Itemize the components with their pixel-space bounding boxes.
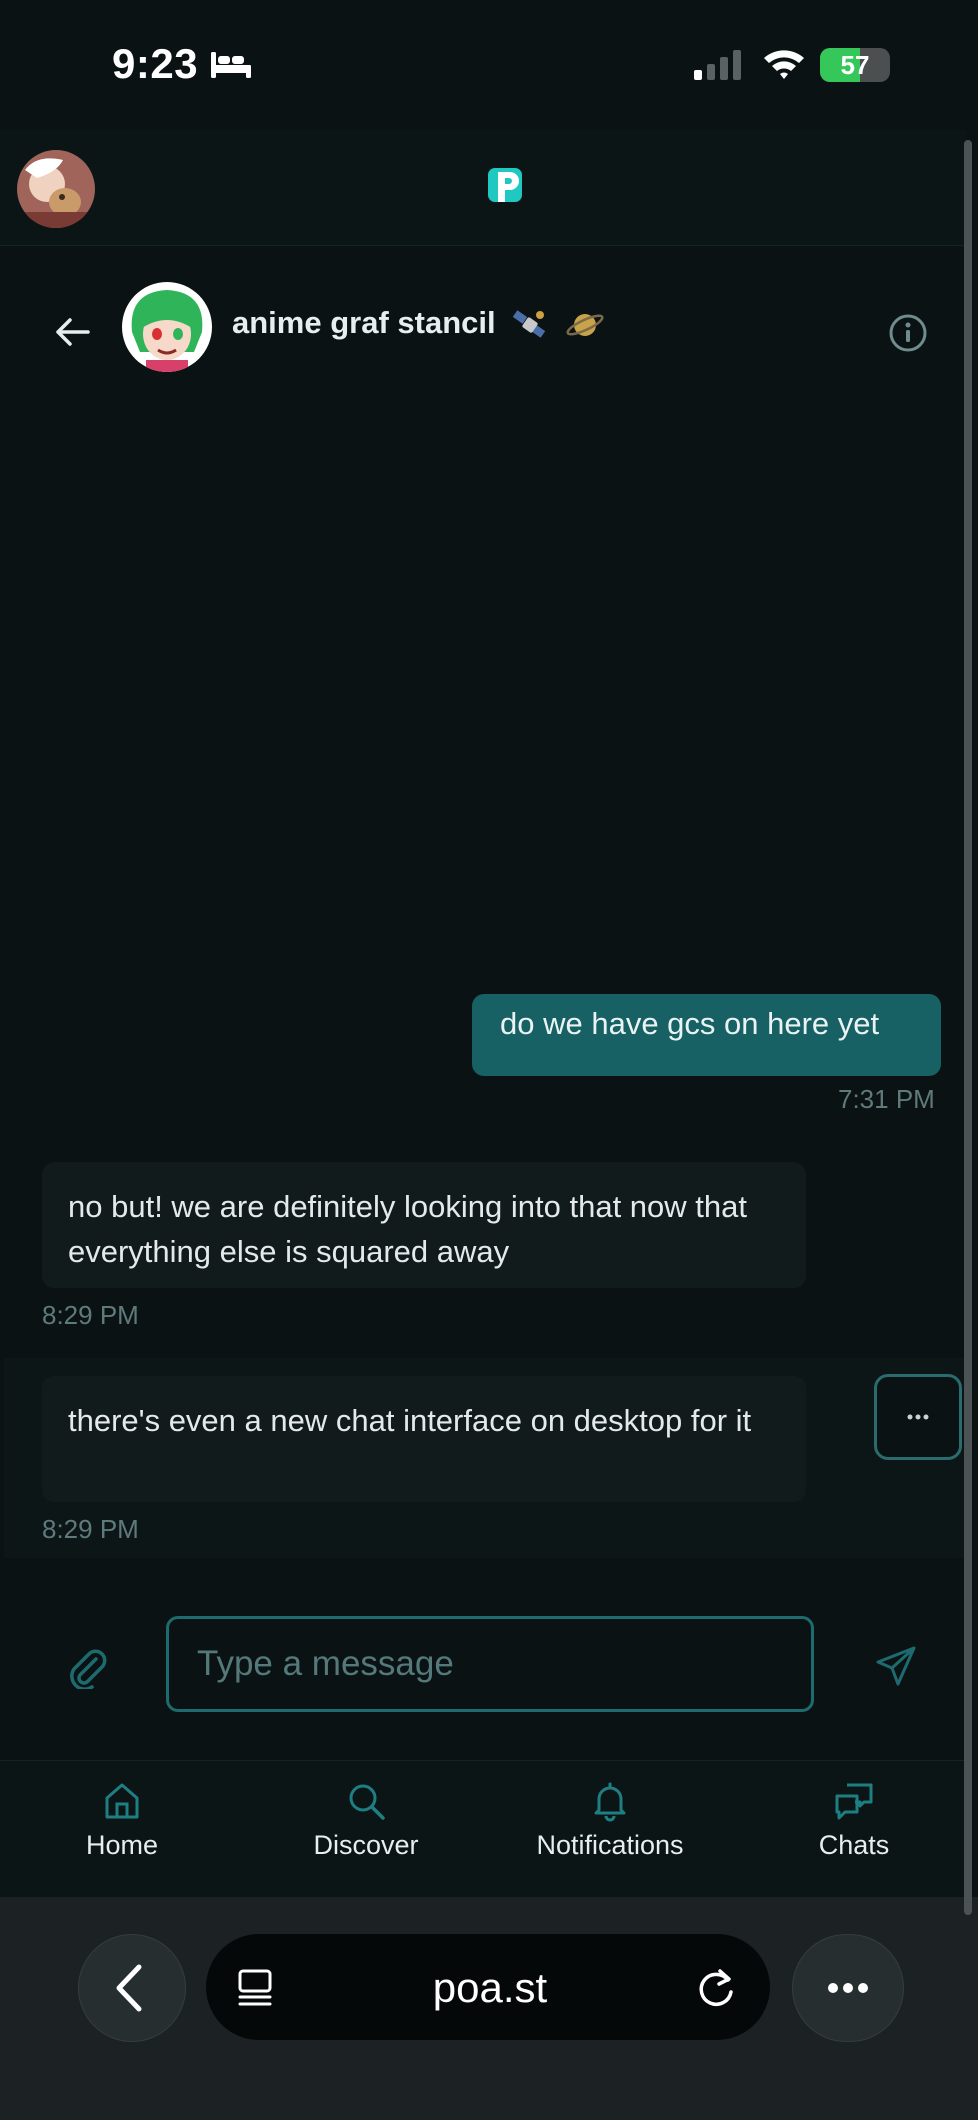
ellipsis-icon	[828, 1983, 868, 1993]
message-more-button[interactable]	[874, 1374, 962, 1460]
back-arrow-icon[interactable]	[52, 312, 92, 352]
chat-title: anime graf stancil	[232, 305, 605, 343]
chat-bubbles-icon	[835, 1783, 873, 1820]
nav-item-chats[interactable]: Chats	[754, 1780, 954, 1880]
url-text[interactable]: poa.st	[330, 1964, 650, 2012]
message-timestamp: 8:29 PM	[42, 1514, 139, 1544]
info-icon[interactable]	[888, 313, 928, 353]
nav-label: Home	[85, 1830, 159, 1860]
profile-avatar[interactable]	[17, 150, 95, 228]
page-scrollbar[interactable]	[964, 140, 972, 1915]
tab-overview-icon[interactable]	[234, 1966, 278, 2010]
outgoing-message-bubble[interactable]: do we have gcs on here yet	[472, 994, 941, 1076]
status-time: 9:23	[112, 40, 199, 87]
message-timestamp: 8:29 PM	[42, 1300, 139, 1330]
nav-item-discover[interactable]: Discover	[266, 1780, 466, 1880]
charging-battery-icon: 57	[820, 48, 890, 82]
message-text: no but! we are definitely looking into t…	[68, 1189, 747, 1269]
browser-back-button[interactable]	[78, 1934, 186, 2042]
chat-title-text: anime graf stancil	[232, 305, 496, 340]
reload-icon[interactable]	[694, 1966, 738, 2010]
message-text: there's even a new chat interface on des…	[68, 1403, 752, 1438]
wifi-icon	[764, 50, 804, 79]
message-timestamp: 7:31 PM	[838, 1084, 935, 1114]
app-header	[0, 130, 966, 246]
bell-icon	[594, 1782, 626, 1822]
battery-percent: 57	[840, 50, 870, 80]
message-input[interactable]	[166, 1616, 814, 1712]
ellipsis-icon	[907, 1414, 929, 1420]
chevron-left-icon	[116, 1964, 142, 2012]
cellular-signal-icon	[694, 50, 741, 80]
paperclip-icon[interactable]	[66, 1645, 110, 1689]
nav-label: Chats	[818, 1830, 890, 1860]
nav-label: Discover	[313, 1830, 419, 1860]
nav-item-notifications[interactable]: Notifications	[510, 1780, 710, 1880]
incoming-message-bubble[interactable]: there's even a new chat interface on des…	[42, 1376, 806, 1502]
bed-icon	[211, 52, 251, 78]
search-icon	[349, 1784, 385, 1820]
chat-avatar[interactable]	[122, 282, 212, 372]
poast-logo-icon[interactable]	[484, 162, 530, 208]
send-icon[interactable]	[874, 1644, 918, 1688]
nav-item-home[interactable]: Home	[22, 1780, 222, 1880]
nav-label: Notifications	[536, 1830, 684, 1860]
ringed-planet-emoji-icon	[566, 313, 604, 336]
incoming-message-bubble[interactable]: no but! we are definitely looking into t…	[42, 1162, 806, 1288]
satellite-emoji-icon	[513, 310, 546, 338]
message-text: do we have gcs on here yet	[500, 1006, 880, 1041]
browser-more-button[interactable]	[792, 1934, 904, 2042]
home-icon	[105, 1783, 139, 1819]
